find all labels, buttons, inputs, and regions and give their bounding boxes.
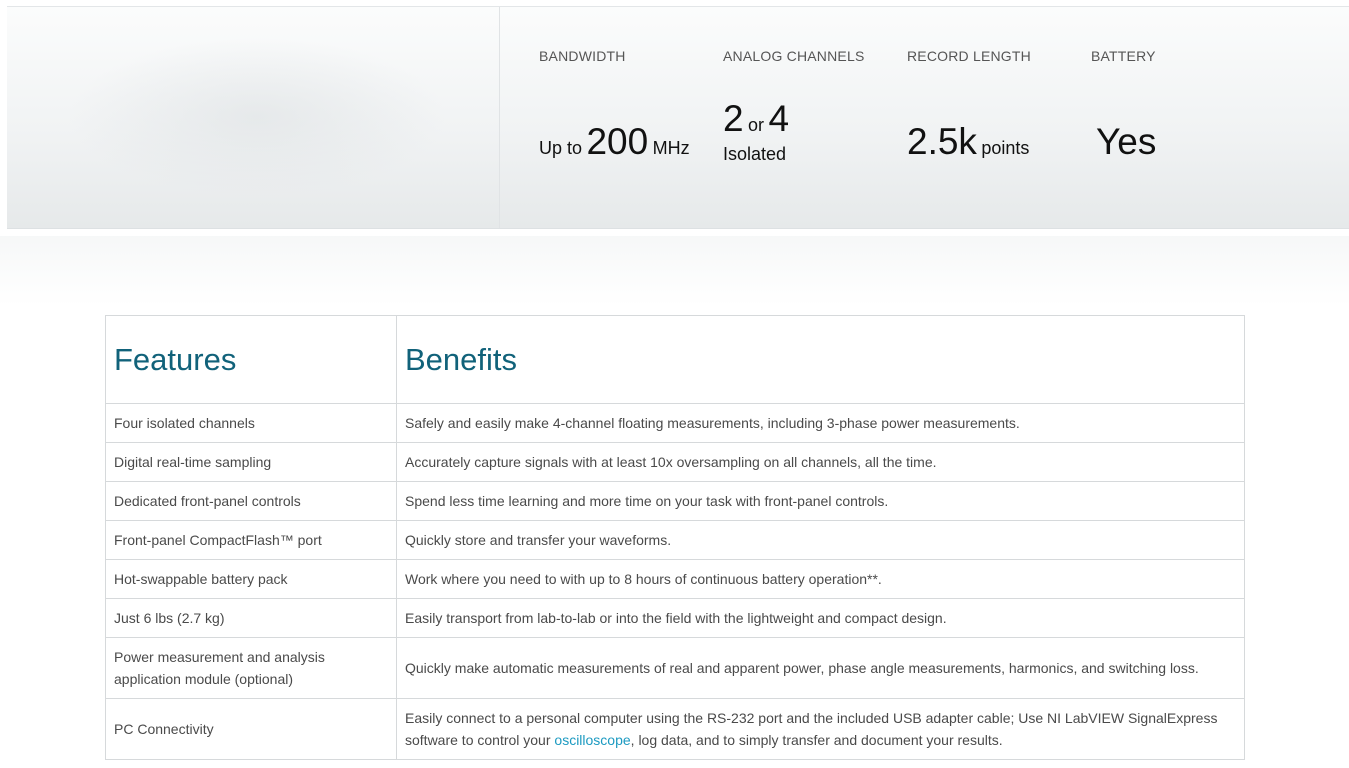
banner-reflection bbox=[0, 236, 1349, 306]
table-row: Dedicated front-panel controls Spend les… bbox=[105, 481, 1245, 521]
benefit-cell: Accurately capture signals with at least… bbox=[396, 442, 1245, 482]
spec-value: Up to 200 MHz bbox=[539, 121, 690, 162]
benefit-cell: Safely and easily make 4-channel floatin… bbox=[396, 403, 1245, 443]
spec-label: BATTERY bbox=[1091, 48, 1156, 64]
feature-cell: Four isolated channels bbox=[105, 403, 397, 443]
feature-cell: Power measurement and analysis applicati… bbox=[105, 637, 397, 699]
spec-label: BANDWIDTH bbox=[539, 48, 626, 64]
table-row: Four isolated channels Safely and easily… bbox=[105, 403, 1245, 443]
product-image bbox=[7, 7, 499, 228]
spec-battery: BATTERY Yes bbox=[1091, 7, 1271, 228]
feature-cell: Dedicated front-panel controls bbox=[105, 481, 397, 521]
feature-cell: PC Connectivity bbox=[105, 698, 397, 760]
table-row: Power measurement and analysis applicati… bbox=[105, 637, 1245, 699]
spec-record-length: RECORD LENGTH 2.5k points bbox=[907, 7, 1087, 228]
benefits-header: Benefits bbox=[396, 315, 1245, 404]
spec-note: Isolated bbox=[723, 144, 787, 164]
benefit-text: , log data, and to simply transfer and d… bbox=[630, 732, 1003, 748]
table-row: Digital real-time sampling Accurately ca… bbox=[105, 442, 1245, 482]
table-row: Front-panel CompactFlash™ port Quickly s… bbox=[105, 520, 1245, 560]
benefit-cell: Quickly make automatic measurements of r… bbox=[396, 637, 1245, 699]
feature-cell: Hot-swappable battery pack bbox=[105, 559, 397, 599]
benefit-cell: Work where you need to with up to 8 hour… bbox=[396, 559, 1245, 599]
features-benefits-table: Features Benefits Four isolated channels… bbox=[105, 315, 1245, 760]
feature-cell: Front-panel CompactFlash™ port bbox=[105, 520, 397, 560]
table-row: Hot-swappable battery pack Work where yo… bbox=[105, 559, 1245, 599]
spec-analog-channels: ANALOG CHANNELS 2 or 4 Isolated bbox=[723, 7, 903, 228]
benefit-cell: Easily connect to a personal computer us… bbox=[396, 698, 1245, 760]
spec-value: 2 or 4 bbox=[723, 98, 790, 139]
features-header: Features bbox=[105, 315, 397, 404]
banner-divider bbox=[499, 7, 500, 228]
spec-value: Yes bbox=[1096, 121, 1157, 162]
feature-cell: Just 6 lbs (2.7 kg) bbox=[105, 598, 397, 638]
benefit-cell: Quickly store and transfer your waveform… bbox=[396, 520, 1245, 560]
spec-bandwidth: BANDWIDTH Up to 200 MHz bbox=[539, 7, 719, 228]
feature-cell: Digital real-time sampling bbox=[105, 442, 397, 482]
oscilloscope-link[interactable]: oscilloscope bbox=[554, 732, 630, 748]
table-row: PC Connectivity Easily connect to a pers… bbox=[105, 698, 1245, 760]
spec-banner: BANDWIDTH Up to 200 MHz ANALOG CHANNELS … bbox=[7, 7, 1349, 229]
benefit-cell: Easily transport from lab-to-lab or into… bbox=[396, 598, 1245, 638]
spec-value: 2.5k points bbox=[907, 121, 1030, 162]
table-row: Just 6 lbs (2.7 kg) Easily transport fro… bbox=[105, 598, 1245, 638]
spec-label: ANALOG CHANNELS bbox=[723, 48, 865, 64]
spec-label: RECORD LENGTH bbox=[907, 48, 1031, 64]
benefit-cell: Spend less time learning and more time o… bbox=[396, 481, 1245, 521]
